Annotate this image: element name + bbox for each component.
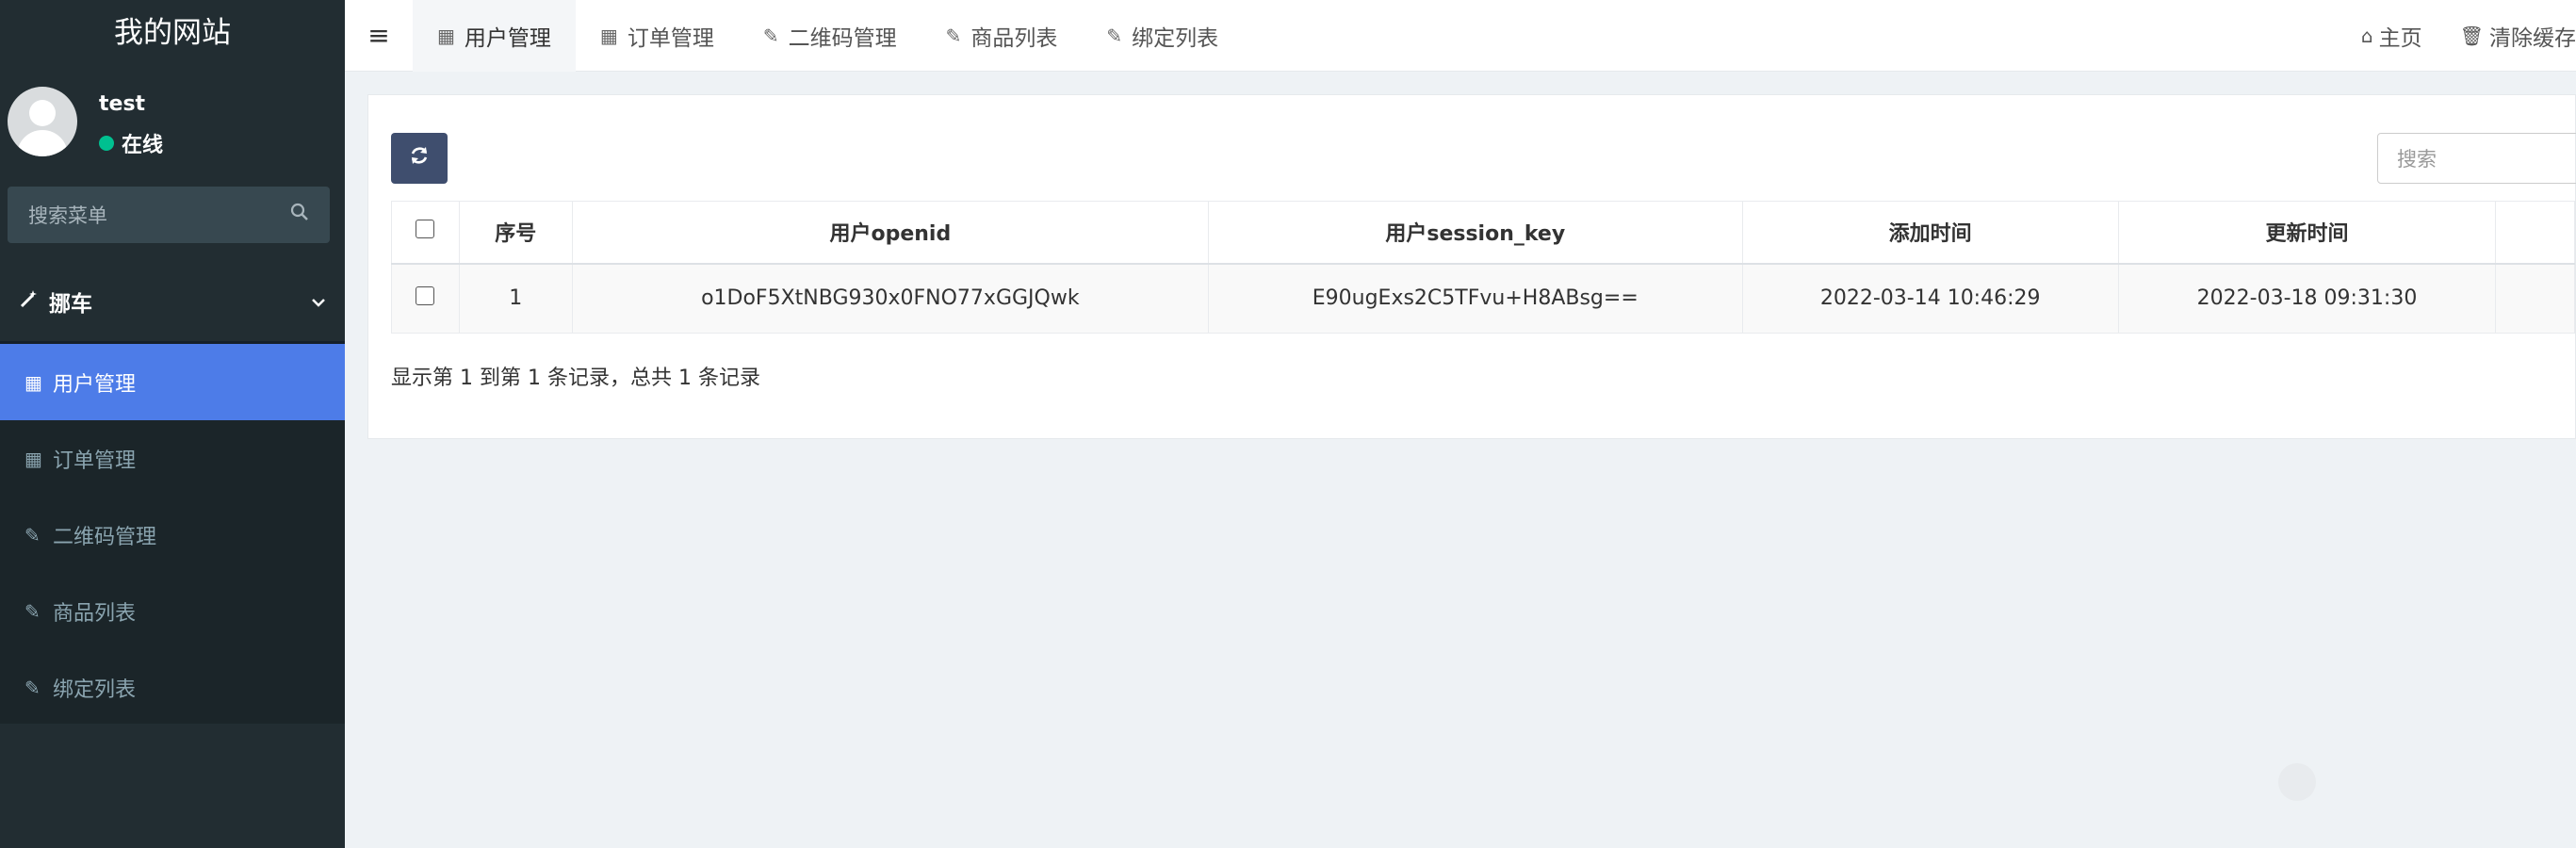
sidebar-item-label: 绑定列表 [53, 677, 137, 702]
tab-products[interactable]: ✎ 商品列表 [921, 0, 1083, 72]
clear-cache-label: 清除缓存 [2489, 26, 2576, 51]
table-cell: 2022-03-14 10:46:29 [1741, 263, 2119, 334]
column-header[interactable]: 用户openid [571, 201, 1210, 265]
home-label: 主页 [2378, 26, 2422, 51]
chevron-down-icon [311, 290, 326, 313]
table-row: 1 o1DoF5XtNBG930x0FNO77xGGJQwk E90ugExs2… [391, 263, 2575, 334]
watermark [2278, 763, 2325, 801]
sidebar-item-users[interactable]: ▦ 用户管理 [0, 344, 345, 420]
sidebar-item-label: 订单管理 [53, 448, 137, 473]
trash-icon: 🗑 [2459, 24, 2484, 47]
table-icon: ▦ [437, 24, 455, 47]
select-all-cell [391, 201, 460, 265]
row-checkbox[interactable] [416, 285, 435, 305]
online-dot-icon [99, 136, 114, 151]
top-navbar: ≡ ▦ 用户管理 ▦ 订单管理 ✎ 二维码管理 ✎ 商品列表 ✎ 绑定列表 ⌂ … [345, 0, 2576, 72]
sidebar-group-nuoche[interactable]: 挪车 [0, 266, 345, 337]
navbar-right: ⌂ 主页 🗑 清除缓存 [2323, 0, 2576, 72]
table-icon: ▦ [24, 447, 42, 470]
table-search-input[interactable]: 搜索 [2377, 133, 2576, 184]
tab-label: 用户管理 [464, 25, 551, 51]
column-header[interactable]: 序号 [458, 201, 573, 265]
home-link[interactable]: ⌂ 主页 [2361, 20, 2422, 52]
table-icon: ▦ [599, 24, 618, 47]
user-panel: test 在线 [0, 66, 345, 170]
edit-icon: ✎ [24, 676, 41, 699]
sidebar-item-label: 用户管理 [53, 372, 137, 397]
pagination-info: 显示第 1 到第 1 条记录，总共 1 条记录 [391, 367, 760, 390]
site-logo[interactable]: 我的网站 [0, 0, 345, 66]
user-table: 序号 用户openid 用户session_key 添加时间 更新时间 1 o1… [391, 201, 2575, 334]
sidebar-item-label: 二维码管理 [53, 525, 157, 549]
edit-icon: ✎ [945, 24, 962, 47]
sidebar-item-bindings[interactable]: ✎ 绑定列表 [0, 649, 345, 726]
edit-icon: ✎ [762, 24, 779, 47]
tab-label: 订单管理 [627, 25, 714, 51]
sidebar-item-products[interactable]: ✎ 商品列表 [0, 573, 345, 649]
edit-icon: ✎ [24, 523, 41, 546]
user-status: 在线 [99, 128, 163, 158]
avatar [8, 87, 77, 156]
sidebar-submenu: ▦ 用户管理 ▦ 订单管理 ✎ 二维码管理 ✎ 商品列表 ✎ 绑定列表 [0, 341, 345, 724]
sidebar: 我的网站 test 在线 搜索菜单 挪车 ▦ 用户管理 ▦ 订单管理 ✎ 二维码… [0, 0, 345, 848]
menu-search-input[interactable]: 搜索菜单 [8, 187, 330, 243]
tab-users[interactable]: ▦ 用户管理 [413, 0, 576, 72]
table-cell-overflow [2495, 263, 2575, 334]
menu-toggle-icon[interactable]: ≡ [345, 20, 413, 51]
table-header-row: 序号 用户openid 用户session_key 添加时间 更新时间 [391, 201, 2575, 265]
table-cell: 2022-03-18 09:31:30 [2117, 263, 2497, 334]
search-icon[interactable] [290, 203, 309, 227]
sidebar-group-label: 挪车 [49, 292, 92, 317]
column-header-overflow [2495, 201, 2575, 265]
edit-icon: ✎ [1106, 24, 1123, 47]
sidebar-item-orders[interactable]: ▦ 订单管理 [0, 420, 345, 497]
home-icon: ⌂ [2360, 24, 2373, 47]
table-icon: ▦ [24, 370, 42, 394]
column-header[interactable]: 更新时间 [2117, 201, 2497, 265]
user-status-label: 在线 [122, 134, 164, 157]
column-header[interactable]: 用户session_key [1208, 201, 1743, 265]
sidebar-item-label: 商品列表 [53, 601, 137, 626]
tab-label: 商品列表 [970, 25, 1058, 51]
magic-wand-icon [19, 288, 40, 315]
select-all-checkbox[interactable] [416, 220, 435, 239]
clear-cache-link[interactable]: 🗑 清除缓存 [2460, 20, 2576, 52]
sidebar-item-qrcodes[interactable]: ✎ 二维码管理 [0, 497, 345, 573]
tab-label: 二维码管理 [788, 25, 897, 51]
menu-search-placeholder: 搜索菜单 [28, 204, 107, 227]
table-cell: o1DoF5XtNBG930x0FNO77xGGJQwk [571, 263, 1210, 334]
column-header[interactable]: 添加时间 [1741, 201, 2119, 265]
content-panel: 搜索 序号 用户openid 用户session_key 添加时间 更新时间 1… [367, 94, 2576, 439]
edit-icon: ✎ [24, 599, 41, 623]
refresh-icon [408, 144, 431, 173]
table-cell: E90ugExs2C5TFvu+H8ABsg== [1208, 263, 1743, 334]
refresh-button[interactable] [391, 133, 448, 184]
tab-orders[interactable]: ▦ 订单管理 [576, 0, 739, 72]
tab-bindings[interactable]: ✎ 绑定列表 [1082, 0, 1243, 72]
watermark-logo-icon [2278, 763, 2316, 801]
table-cell: 1 [458, 263, 573, 334]
row-select-cell [391, 263, 460, 334]
tab-qrcodes[interactable]: ✎ 二维码管理 [739, 0, 921, 72]
user-name: test [99, 92, 146, 116]
tab-label: 绑定列表 [1132, 25, 1219, 51]
